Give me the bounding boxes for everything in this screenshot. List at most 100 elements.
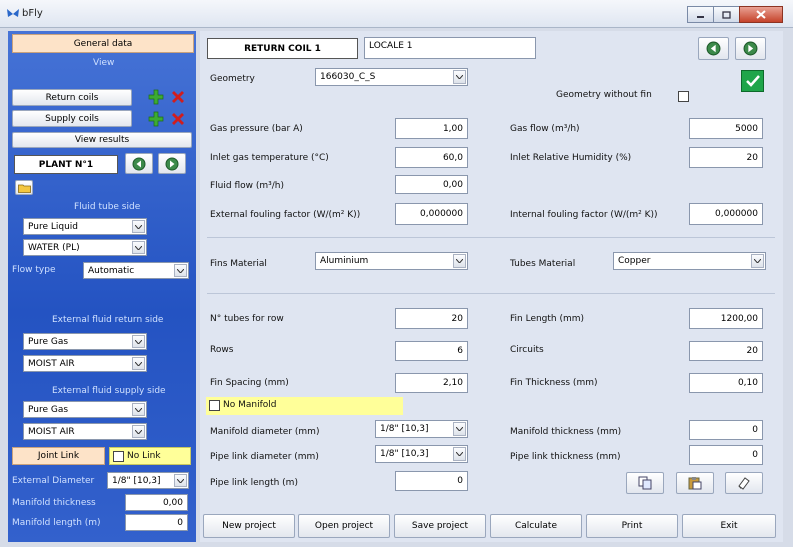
inlet-rh-input[interactable]: 20 (689, 147, 763, 168)
next-coil-button[interactable] (735, 37, 766, 60)
close-icon (756, 10, 766, 19)
sidebar: General data View Return coils Supply co… (8, 31, 196, 542)
minimize-button[interactable] (687, 6, 714, 23)
prev-plant-button[interactable] (125, 153, 153, 174)
pipe-link-thickness-input[interactable]: 0 (689, 445, 763, 465)
manifold-length-input[interactable]: 0 (125, 514, 188, 531)
plant-name: PLANT N°1 (38, 159, 94, 170)
manifold-diameter-select[interactable]: 1/8" [10,3] (375, 420, 468, 438)
fluid-flow-input[interactable]: 0,00 (395, 175, 468, 194)
int-fouling-label: Internal fouling factor (W/(m² K)) (510, 210, 658, 220)
supply-fluid-select[interactable]: MOIST AIR (23, 423, 147, 440)
clear-button[interactable] (725, 472, 763, 494)
circuits-input[interactable]: 20 (689, 341, 763, 361)
divider (207, 293, 775, 294)
copy-button[interactable] (626, 472, 664, 494)
pipe-link-diameter-select[interactable]: 1/8" [10,3] (375, 445, 468, 463)
close-button[interactable] (739, 6, 783, 23)
inlet-gas-temp-input[interactable]: 60,0 (395, 147, 468, 168)
minimize-icon (697, 15, 704, 18)
chevron-down-icon (453, 447, 466, 461)
paste-icon (688, 477, 702, 490)
gas-flow-input[interactable]: 5000 (689, 118, 763, 139)
title-bar: bFly (0, 0, 793, 28)
geometry-label: Geometry (210, 74, 255, 84)
no-link-label: No Link (127, 451, 161, 461)
prev-icon (132, 157, 146, 170)
main-manifold-thickness-input[interactable]: 0 (689, 420, 763, 440)
ext-fouling-label: External fouling factor (W/(m² K)) (210, 210, 361, 220)
tube-fluid-value: WATER (PL) (28, 243, 80, 253)
rows-input[interactable]: 6 (395, 341, 468, 361)
view-link[interactable]: View (93, 58, 114, 68)
manifold-thickness-input[interactable]: 0,00 (125, 494, 188, 511)
plant-name-field[interactable]: PLANT N°1 (14, 155, 118, 174)
return-fluid-select[interactable]: MOIST AIR (23, 355, 147, 372)
ext-fouling-input[interactable]: 0,000000 (395, 203, 468, 225)
checkmark-icon (745, 75, 760, 87)
calculate-button[interactable]: Calculate (490, 514, 582, 538)
no-link-checkbox[interactable] (113, 451, 124, 462)
geometry-select[interactable]: 166030_C_S (315, 68, 468, 86)
locale-input[interactable]: LOCALE 1 (364, 37, 536, 59)
maximize-button[interactable] (713, 6, 740, 23)
gas-pressure-input[interactable]: 1,00 (395, 118, 468, 139)
no-manifold-option[interactable]: No Manifold (206, 397, 403, 415)
return-fluid-value: MOIST AIR (28, 359, 75, 369)
external-diameter-select[interactable]: 1/8" [10,3] (107, 472, 189, 489)
new-project-button[interactable]: New project (203, 514, 295, 538)
fin-thickness-input[interactable]: 0,10 (689, 373, 763, 393)
next-plant-button[interactable] (158, 153, 186, 174)
fins-material-select[interactable]: Aluminium (315, 252, 468, 270)
supply-fluid-type-select[interactable]: Pure Gas (23, 401, 147, 418)
delete-supply-coil-button[interactable] (170, 111, 186, 127)
view-results-button[interactable]: View results (12, 132, 192, 148)
fin-length-input[interactable]: 1200,00 (689, 308, 763, 329)
prev-icon (706, 41, 721, 56)
return-fluid-type-select[interactable]: Pure Gas (23, 333, 147, 350)
open-folder-button[interactable] (15, 180, 33, 195)
open-project-button[interactable]: Open project (298, 514, 390, 538)
exit-label: Exit (720, 521, 738, 531)
paste-button[interactable] (676, 472, 714, 494)
tubes-per-row-input[interactable]: 20 (395, 308, 468, 329)
chevron-down-icon (132, 241, 145, 254)
save-project-label: Save project (411, 521, 469, 531)
delete-return-coil-button[interactable] (170, 89, 186, 105)
add-return-coil-button[interactable] (148, 89, 164, 105)
fins-material-value: Aluminium (320, 256, 369, 266)
maximize-icon (722, 10, 731, 19)
no-manifold-checkbox[interactable] (209, 400, 220, 411)
fin-thickness-label: Fin Thickness (mm) (510, 378, 598, 388)
new-project-label: New project (222, 521, 276, 531)
no-link-option[interactable]: No Link (109, 447, 191, 465)
add-icon (148, 89, 164, 105)
main-manifold-thickness-label: Manifold thickness (mm) (510, 427, 622, 437)
joint-link-button[interactable]: Joint Link (12, 447, 105, 465)
tubes-material-select[interactable]: Copper (613, 252, 766, 270)
flow-type-select[interactable]: Automatic (83, 262, 189, 279)
tube-fluid-type-select[interactable]: Pure Liquid (23, 218, 147, 235)
geometry-without-fin-checkbox[interactable] (678, 91, 689, 102)
pipe-link-length-input[interactable]: 0 (395, 471, 468, 491)
general-data-tab[interactable]: General data (12, 34, 194, 53)
window-title: bFly (22, 8, 43, 19)
fin-spacing-input[interactable]: 2,10 (395, 373, 468, 393)
tube-fluid-select[interactable]: WATER (PL) (23, 239, 147, 256)
return-coils-button[interactable]: Return coils (12, 89, 132, 106)
gas-pressure-label: Gas pressure (bar A) (210, 124, 303, 134)
save-project-button[interactable]: Save project (394, 514, 486, 538)
chevron-down-icon (132, 357, 145, 370)
add-supply-coil-button[interactable] (148, 111, 164, 127)
inlet-rh-label: Inlet Relative Humidity (%) (510, 153, 632, 163)
manifold-diameter-label: Manifold diameter (mm) (210, 427, 320, 437)
print-button[interactable]: Print (586, 514, 678, 538)
prev-coil-button[interactable] (698, 37, 729, 60)
int-fouling-input[interactable]: 0,000000 (689, 203, 763, 225)
supply-coils-button[interactable]: Supply coils (12, 110, 132, 127)
exit-button[interactable]: Exit (682, 514, 776, 538)
flow-type-label: Flow type (12, 265, 56, 275)
confirm-geometry-button[interactable] (741, 70, 764, 92)
fluid-flow-label: Fluid flow (m³/h) (210, 181, 284, 191)
folder-icon (17, 184, 31, 193)
